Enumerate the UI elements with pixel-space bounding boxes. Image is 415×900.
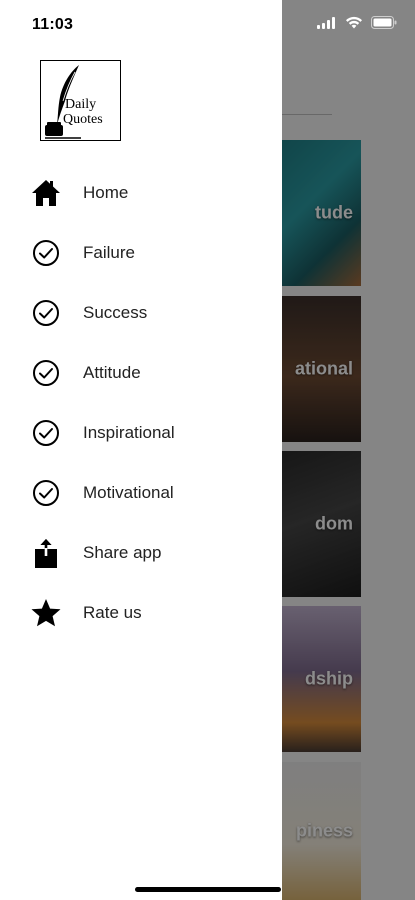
logo-line-1: Daily (65, 97, 97, 112)
battery-icon (371, 16, 397, 29)
menu-item-home[interactable]: Home (0, 163, 282, 223)
check-circle-icon (30, 477, 62, 509)
share-icon (30, 537, 62, 569)
check-circle-icon (30, 237, 62, 269)
check-circle-icon (30, 357, 62, 389)
menu-item-inspirational[interactable]: Inspirational (0, 403, 282, 463)
status-icons (317, 16, 397, 29)
check-circle-icon (30, 417, 62, 449)
menu-label: Motivational (83, 483, 174, 502)
menu-label: Success (83, 303, 148, 322)
menu-item-attitude[interactable]: Attitude (0, 343, 282, 403)
menu-item-success[interactable]: Success (0, 283, 282, 343)
menu-item-motivational[interactable]: Motivational (0, 463, 282, 523)
menu-label: Failure (83, 243, 135, 262)
menu-item-rate-us[interactable]: Rate us (0, 583, 282, 643)
menu-label: Rate us (83, 603, 142, 622)
menu-label: Attitude (83, 363, 141, 382)
status-time: 11:03 (32, 16, 74, 33)
menu-item-share-app[interactable]: Share app (0, 523, 282, 583)
logo-line-2: Quotes (63, 112, 103, 127)
app-logo: Daily Quotes (40, 60, 121, 141)
home-indicator[interactable] (135, 887, 281, 892)
navigation-drawer: 11:03 Daily Quotes Home Failure Success … (0, 0, 282, 900)
menu-item-failure[interactable]: Failure (0, 223, 282, 283)
star-icon (30, 597, 62, 629)
home-icon (30, 177, 62, 209)
check-circle-icon (30, 297, 62, 329)
menu-label: Share app (83, 543, 162, 562)
wifi-icon (346, 16, 362, 29)
menu-label: Inspirational (83, 423, 175, 442)
logo-text: Daily Quotes (63, 97, 103, 127)
signal-icon (317, 16, 335, 29)
menu-label: Home (83, 183, 129, 202)
